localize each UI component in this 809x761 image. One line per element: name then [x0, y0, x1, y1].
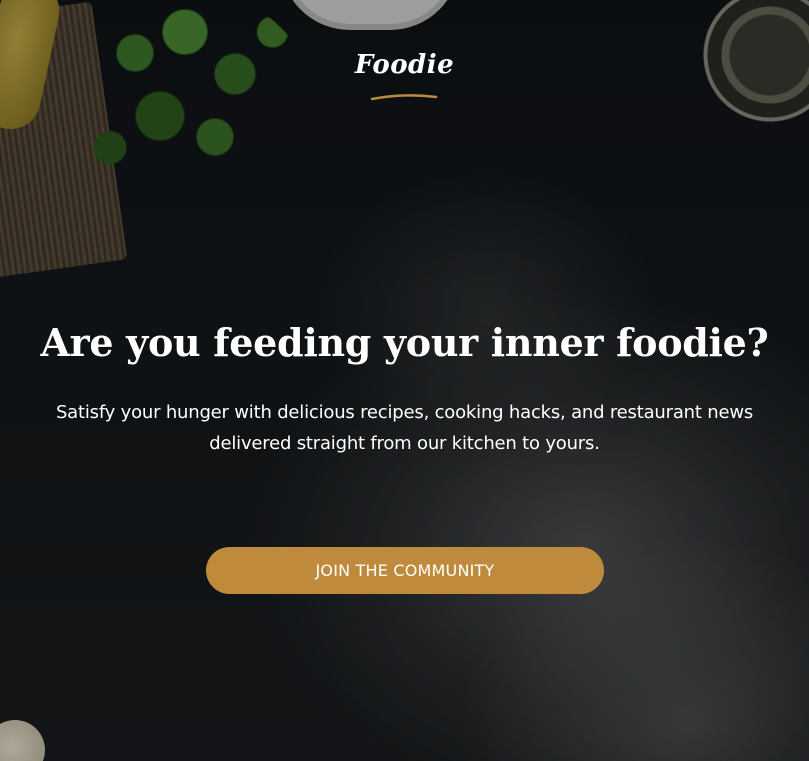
hero-title: Are you feeding your inner foodie? [40, 320, 769, 365]
hero-subtitle: Satisfy your hunger with delicious recip… [55, 402, 754, 454]
background-overlay [0, 0, 809, 761]
site-logo[interactable]: Foodie [0, 50, 809, 80]
join-community-button[interactable]: JOIN THE COMMUNITY [206, 547, 604, 594]
logo-underline-icon [370, 94, 438, 101]
